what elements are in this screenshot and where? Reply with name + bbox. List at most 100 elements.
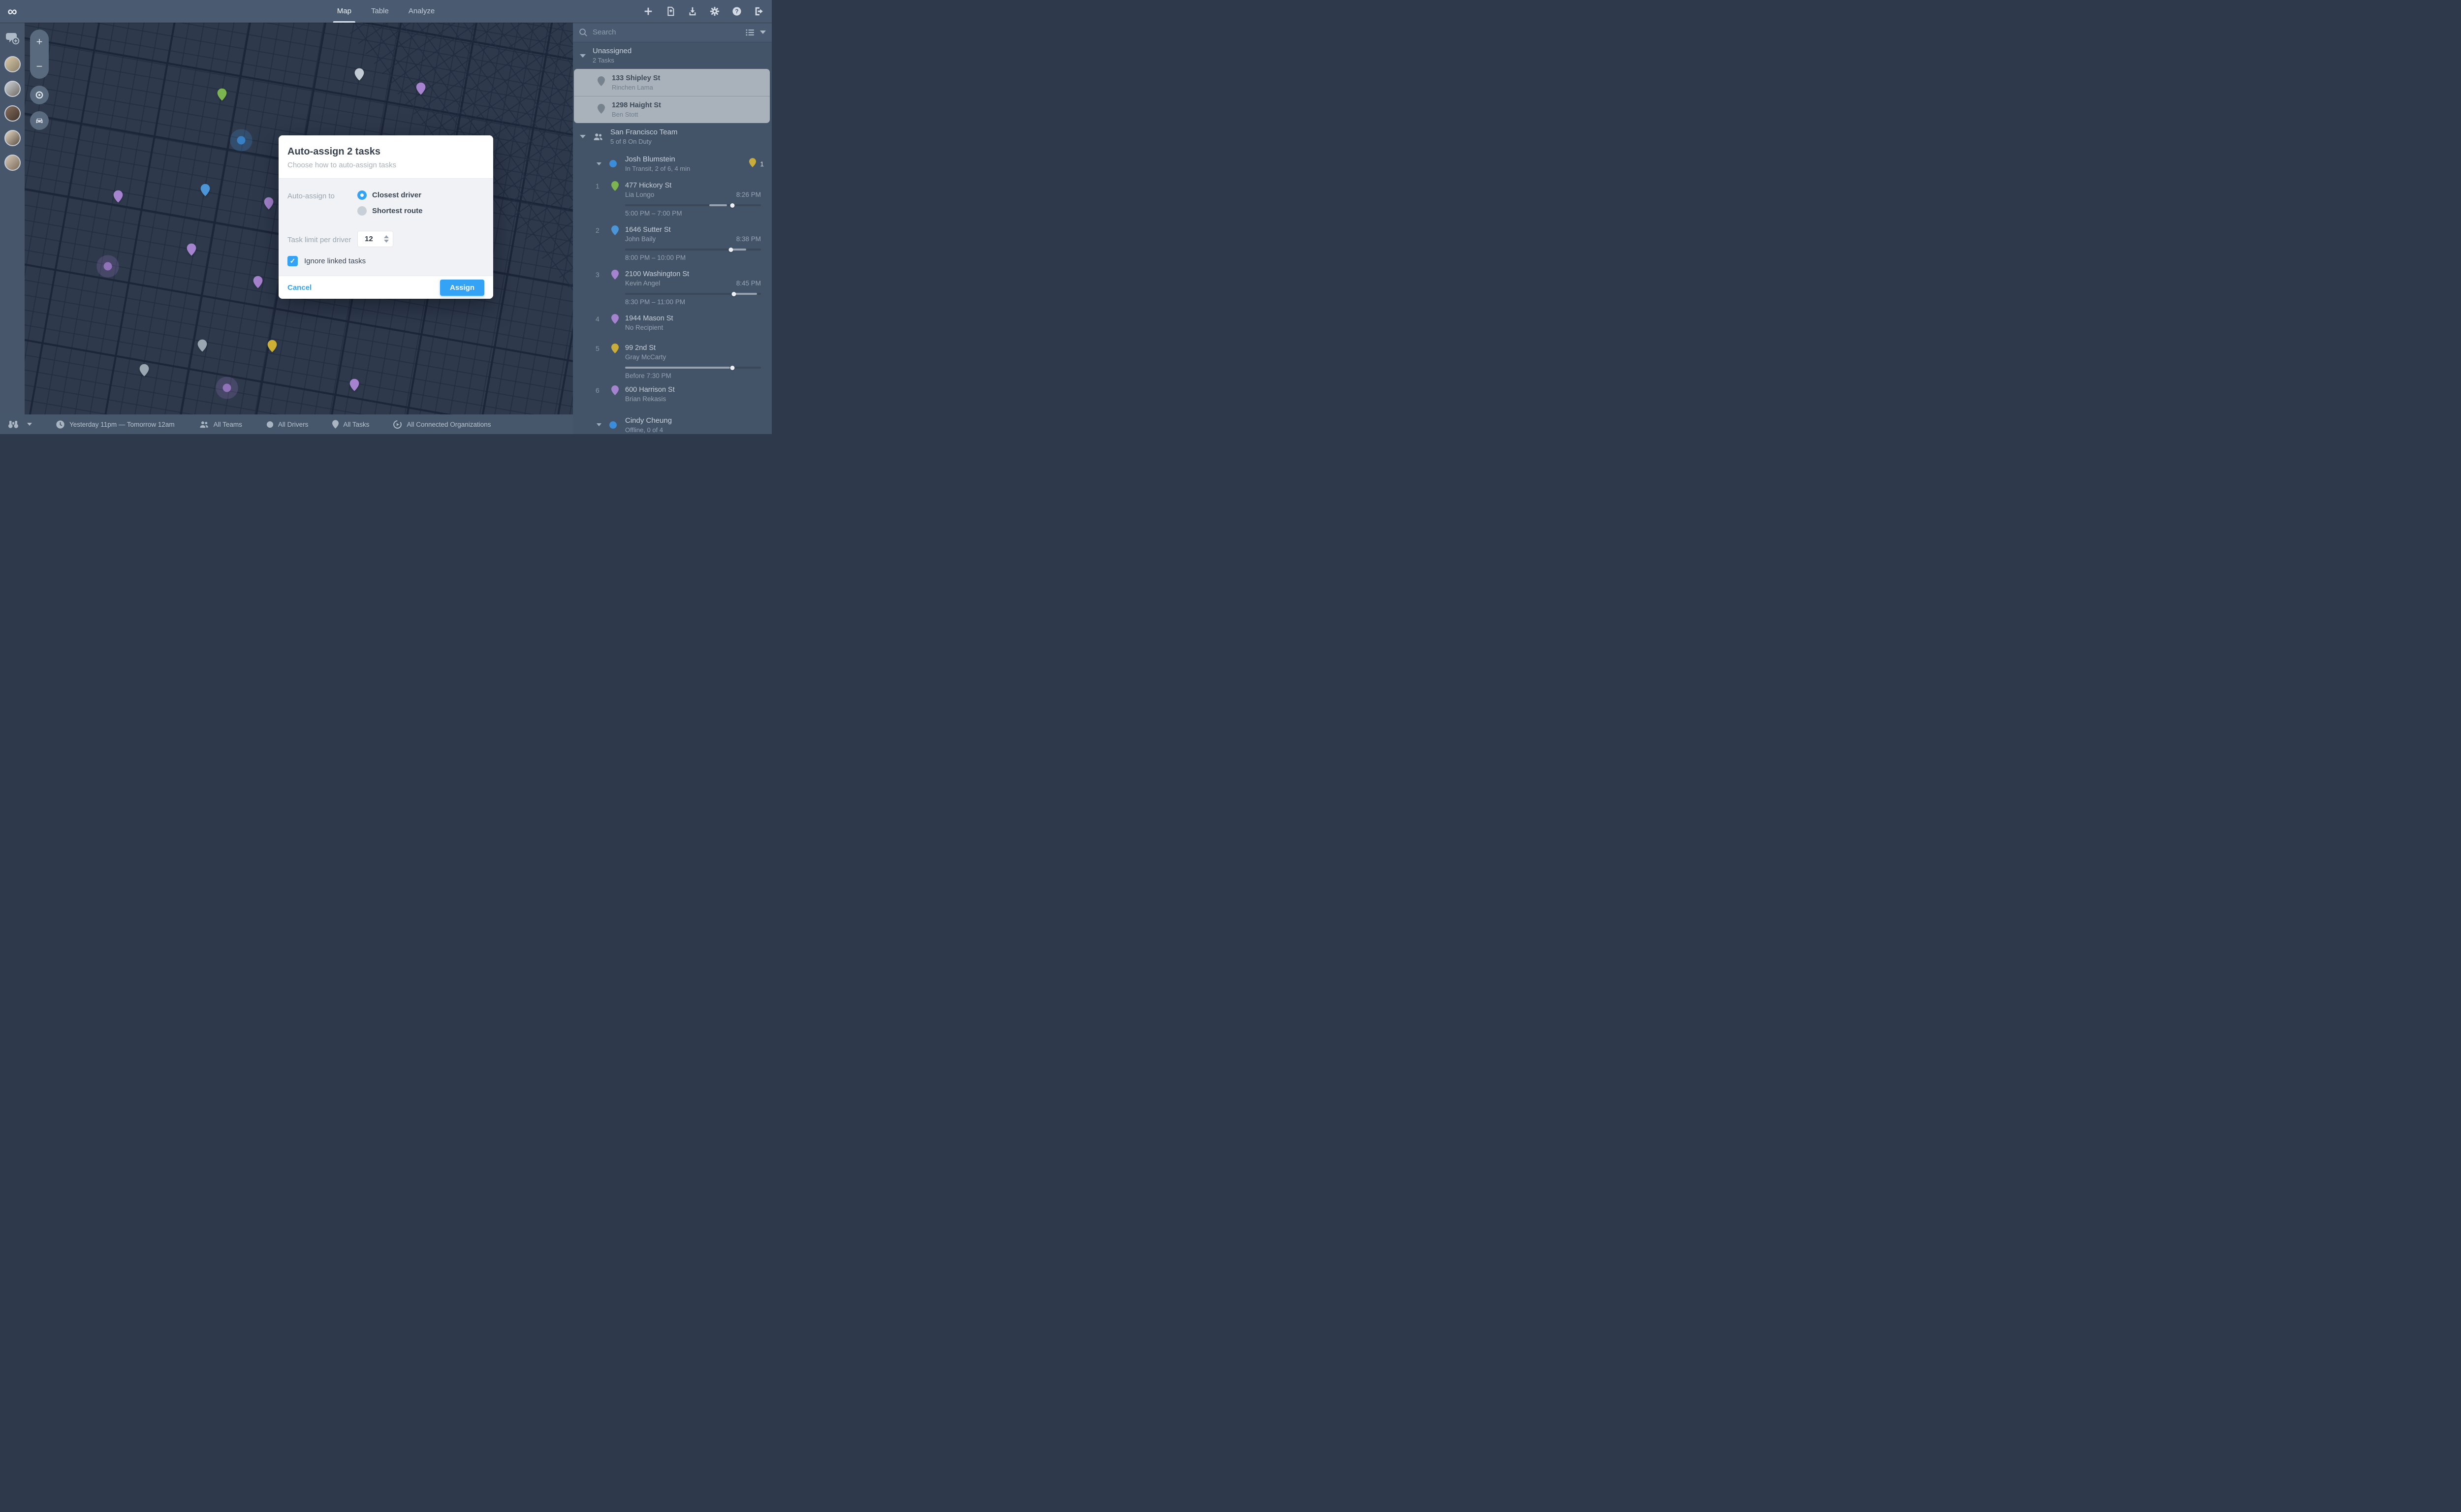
eta-slider[interactable] [625, 247, 761, 252]
drivers-filter-label: All Drivers [278, 420, 309, 428]
add-task-icon[interactable] [642, 5, 654, 17]
task-number: 4 [596, 315, 599, 323]
map-task-pin[interactable] [349, 378, 359, 394]
radio-unselected-icon[interactable] [357, 206, 367, 216]
task-recipient: Ben Stott [612, 111, 638, 118]
map-task-pin[interactable] [200, 184, 210, 199]
avatar[interactable] [4, 155, 21, 171]
map-driver-dot[interactable] [222, 383, 231, 392]
assign-button[interactable]: Assign [440, 279, 484, 296]
eta-slider[interactable] [625, 365, 761, 370]
map-driver-dot[interactable] [103, 262, 112, 271]
assign-to-label: Auto-assign to [287, 192, 335, 200]
avatar[interactable] [4, 130, 21, 146]
map-task-pin[interactable] [113, 190, 123, 205]
avatar[interactable] [4, 81, 21, 97]
driver-row[interactable]: Cindy Cheung Offline, 0 of 4 [573, 411, 772, 434]
driver-status: Offline, 0 of 4 [625, 426, 663, 434]
drivers-filter[interactable]: All Drivers [266, 420, 309, 428]
eta-slider[interactable] [625, 291, 761, 296]
map-task-pin[interactable] [267, 340, 277, 355]
zoom-out-button[interactable]: − [30, 54, 49, 79]
map-views-button[interactable] [7, 419, 32, 430]
search-input[interactable] [593, 28, 745, 36]
settings-gear-icon[interactable] [709, 5, 721, 17]
avatar[interactable] [4, 105, 21, 122]
route-task-row[interactable]: 3 2100 Washington St Kevin Angel 8:45 PM … [573, 266, 772, 310]
sort-dropdown-icon[interactable] [760, 31, 766, 34]
option-shortest-route[interactable]: Shortest route [357, 206, 423, 216]
task-pin-icon [611, 181, 619, 193]
map-task-pin[interactable] [416, 82, 426, 97]
task-time-window: Before 7:30 PM [625, 372, 671, 379]
onfleet-logo-icon[interactable]: ∞ [0, 0, 25, 22]
tab-table[interactable]: Table [370, 0, 390, 23]
map-task-pin[interactable] [264, 197, 274, 212]
task-limit-stepper[interactable]: 12 [357, 231, 393, 247]
route-task-row[interactable]: 1 477 Hickory St Lia Longo 8:26 PM 5:00 P… [573, 177, 772, 221]
logout-icon[interactable] [753, 5, 765, 17]
import-tasks-icon[interactable] [664, 5, 676, 17]
map-task-pin[interactable] [197, 339, 207, 354]
map-task-pin[interactable] [253, 276, 263, 291]
task-pin-icon [611, 225, 619, 238]
option-label: Shortest route [372, 207, 423, 215]
team-status: 5 of 8 On Duty [610, 137, 652, 145]
route-task-row[interactable]: 6 600 Harrison St Brian Rekasis [573, 381, 772, 411]
main-nav: Map Table Analyze [333, 0, 436, 23]
task-limit-value[interactable]: 12 [365, 235, 384, 243]
cancel-button[interactable]: Cancel [287, 284, 312, 292]
selected-tasks-block: 133 Shipley St Rinchen Lama 1298 Haight … [574, 69, 770, 123]
new-chat-icon[interactable] [5, 32, 20, 48]
dialog-header: Auto-assign 2 tasks Choose how to auto-a… [279, 135, 493, 179]
stepper-arrows[interactable] [384, 235, 389, 243]
task-number: 5 [596, 345, 599, 352]
zoom-in-button[interactable]: + [30, 30, 49, 54]
driver-dot-icon [266, 421, 273, 428]
traffic-button[interactable] [30, 111, 49, 130]
map-task-pin[interactable] [217, 88, 227, 103]
tab-map[interactable]: Map [333, 0, 356, 23]
zoom-control: + − [30, 30, 49, 79]
tab-analyze[interactable]: Analyze [408, 0, 436, 23]
option-closest-driver[interactable]: Closest driver [357, 190, 423, 200]
time-range-filter[interactable]: Yesterday 11pm — Tomorrow 12am [56, 420, 175, 429]
tasks-filter[interactable]: All Tasks [332, 420, 369, 429]
organizations-filter[interactable]: All Connected Organizations [393, 420, 491, 429]
ignore-linked-tasks-option[interactable]: ✓ Ignore linked tasks [287, 256, 484, 266]
team-section-header[interactable]: San Francisco Team 5 of 8 On Duty [573, 123, 772, 150]
avatar[interactable] [4, 56, 21, 72]
task-pin-icon [611, 314, 619, 326]
stepper-up-icon[interactable] [384, 235, 389, 238]
unassigned-count: 2 Tasks [593, 57, 614, 64]
task-row[interactable]: 1298 Haight St Ben Stott [574, 96, 770, 123]
checkbox-checked-icon[interactable]: ✓ [287, 256, 298, 266]
radio-selected-icon[interactable] [357, 190, 367, 200]
help-icon[interactable]: ? [731, 5, 743, 17]
route-task-row[interactable]: 5 99 2nd St Gray McCarty Before 7:30 PM [573, 340, 772, 381]
map-driver-dot[interactable] [237, 136, 246, 145]
unassigned-section-header[interactable]: Unassigned 2 Tasks [573, 42, 772, 69]
route-task-row[interactable]: 2 1646 Sutter St John Baily 8:38 PM 8:00 … [573, 221, 772, 266]
map-task-pin[interactable] [354, 68, 364, 83]
task-recipient: Lia Longo [625, 191, 655, 198]
map-task-pin[interactable] [187, 243, 196, 258]
task-address: 600 Harrison St [625, 386, 675, 394]
filter-bar: Yesterday 11pm — Tomorrow 12am All Teams… [0, 414, 573, 434]
map-task-pin[interactable] [139, 364, 149, 379]
route-task-row[interactable]: 4 1944 Mason St No Recipient [573, 310, 772, 340]
time-range-label: Yesterday 11pm — Tomorrow 12am [69, 420, 175, 428]
driver-name: Josh Blumstein [625, 155, 675, 163]
list-view-icon[interactable] [745, 29, 755, 36]
eta-slider[interactable] [625, 203, 761, 208]
driver-status: In Transit, 2 of 6, 4 min [625, 165, 691, 172]
task-sidebar: Unassigned 2 Tasks 133 Shipley St Rinche… [573, 23, 772, 434]
export-download-icon[interactable] [687, 5, 698, 17]
teams-filter[interactable]: All Teams [199, 420, 242, 429]
task-row[interactable]: 133 Shipley St Rinchen Lama [574, 69, 770, 96]
stepper-down-icon[interactable] [384, 240, 389, 243]
driver-row[interactable]: Josh Blumstein In Transit, 2 of 6, 4 min… [573, 150, 772, 177]
task-time-window: 5:00 PM – 7:00 PM [625, 210, 682, 217]
driver-status-dot [609, 160, 617, 167]
locate-button[interactable] [30, 86, 49, 104]
